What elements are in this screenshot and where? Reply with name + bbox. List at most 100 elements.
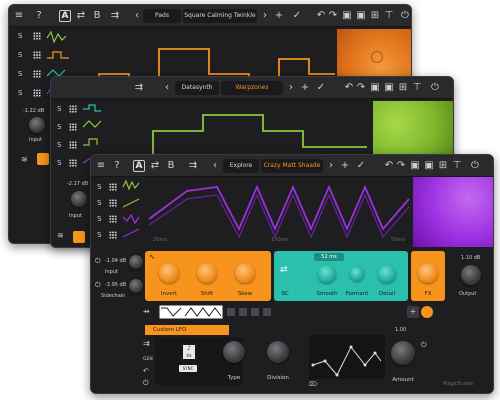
skew-knob[interactable] <box>235 263 255 283</box>
xy-pad-green[interactable] <box>373 101 453 157</box>
redo-icon[interactable]: ↷ <box>355 82 367 94</box>
division-knob[interactable] <box>267 341 289 363</box>
view3-icon[interactable]: ⊞ <box>397 82 409 94</box>
add-icon[interactable]: + <box>273 10 285 22</box>
lfo-orange-dot[interactable] <box>421 306 433 318</box>
save-icon[interactable]: ✓ <box>315 82 327 94</box>
input-knob[interactable] <box>71 191 87 207</box>
smooth-knob[interactable] <box>318 265 336 283</box>
output-knob[interactable] <box>461 265 481 285</box>
redo-icon[interactable]: ↷ <box>327 10 339 22</box>
ab-a-button[interactable]: A <box>133 160 145 172</box>
prev-preset-icon[interactable]: ‹ <box>209 160 221 172</box>
next-preset-icon[interactable]: › <box>325 160 337 172</box>
preset-name[interactable]: Crazy Matt Shaade <box>261 159 323 173</box>
lane-grid-icon[interactable] <box>109 231 117 239</box>
view3-icon[interactable]: ⊞ <box>369 10 381 22</box>
view-icon[interactable]: ▣ <box>409 160 421 172</box>
power-icon[interactable]: ⏻ <box>399 10 411 22</box>
save-icon[interactable]: ✓ <box>291 10 303 22</box>
lfo-power-icon[interactable]: ⏻ <box>143 379 149 388</box>
shift-knob[interactable] <box>197 263 217 283</box>
lane-s-4[interactable]: S <box>18 89 22 97</box>
undo-icon[interactable]: ↶ <box>383 160 395 172</box>
lane-s-4[interactable]: S <box>57 159 61 167</box>
next-preset-icon[interactable]: › <box>285 82 297 94</box>
editor-tool-icon[interactable]: ⌦ <box>309 381 317 388</box>
help-icon[interactable]: ? <box>111 160 123 172</box>
copy-ab-icon[interactable]: ⇄ <box>149 160 161 172</box>
save-icon[interactable]: ✓ <box>355 160 367 172</box>
input-knob[interactable] <box>129 255 143 269</box>
random-icon[interactable]: ⇉ <box>187 160 199 172</box>
lane-grid-icon[interactable] <box>33 89 41 97</box>
xy-pad-handle[interactable] <box>371 51 383 63</box>
sidechain-power-icon[interactable]: ⏻ <box>95 281 101 290</box>
lane-grid-icon[interactable] <box>109 215 117 223</box>
arrows-icon[interactable]: ⇄ <box>280 265 288 275</box>
copy-ab-icon[interactable]: ⇄ <box>75 10 87 22</box>
view2-icon[interactable]: ▣ <box>383 82 395 94</box>
lfo-shape-selector[interactable] <box>159 305 223 319</box>
slot-2[interactable] <box>239 308 247 316</box>
ab-b-button[interactable]: B <box>91 10 103 22</box>
preset-name[interactable]: Warpzones <box>221 81 283 95</box>
slot-1[interactable] <box>227 308 235 316</box>
slot-4[interactable] <box>263 308 271 316</box>
preset-name[interactable]: Square Calming Twinkle <box>183 9 257 23</box>
lane-s-1[interactable]: S <box>97 183 101 191</box>
random-icon[interactable]: ⇉ <box>109 10 121 22</box>
sidechain-knob[interactable] <box>129 279 143 293</box>
lfo-random-icon[interactable]: ⇉ <box>143 339 150 348</box>
lane-grid-icon[interactable] <box>69 123 77 131</box>
lane-grid-icon[interactable] <box>33 32 41 40</box>
lane-grid-icon[interactable] <box>69 159 77 167</box>
lane-grid-icon[interactable] <box>33 70 41 78</box>
preset-category[interactable]: Datasynth <box>175 81 219 95</box>
add-icon[interactable]: + <box>299 82 311 94</box>
mix-icon[interactable]: ≋ <box>57 231 64 240</box>
view2-icon[interactable]: ▣ <box>355 10 367 22</box>
lfo-undo-icon[interactable]: ↶ <box>143 367 149 375</box>
formant-knob[interactable] <box>350 267 364 281</box>
lane-grid-icon[interactable] <box>109 199 117 207</box>
preset-category[interactable]: Pads <box>143 9 181 23</box>
amount-power-icon[interactable]: ⏻ <box>421 341 427 350</box>
sync-button[interactable]: SYNC <box>179 365 197 372</box>
lane-grid-icon[interactable] <box>33 51 41 59</box>
tree-icon[interactable]: ⊤ <box>451 160 463 172</box>
prev-preset-icon[interactable]: ‹ <box>131 10 143 22</box>
next-preset-icon[interactable]: › <box>259 10 271 22</box>
mix-icon[interactable]: ≋ <box>21 155 31 165</box>
power-icon[interactable]: ⏻ <box>469 160 481 172</box>
input-power-icon[interactable]: ⏻ <box>95 257 101 266</box>
lane-s-3[interactable]: S <box>97 215 101 223</box>
hz-button[interactable]: ♪ Hz <box>183 345 195 359</box>
redo-icon[interactable]: ↷ <box>395 160 407 172</box>
xy-pad-purple[interactable] <box>413 177 493 247</box>
preset-category[interactable]: Explore <box>223 159 259 173</box>
lfo-mode-icon[interactable]: ⇸ <box>143 307 150 316</box>
view-icon[interactable]: ▣ <box>369 82 381 94</box>
fx-knob[interactable] <box>418 263 438 283</box>
detail-knob[interactable] <box>378 265 396 283</box>
lane-s-2[interactable]: S <box>57 123 61 131</box>
ab-a-button[interactable]: A <box>59 10 71 22</box>
lane-s-4[interactable]: S <box>97 231 101 239</box>
power-icon[interactable]: ⏻ <box>429 82 441 94</box>
random-icon[interactable]: ⇉ <box>133 82 145 94</box>
orange-mode-icon[interactable] <box>37 153 49 165</box>
lfo-shape-editor[interactable] <box>309 335 385 379</box>
invert-knob[interactable] <box>159 263 179 283</box>
menu-icon[interactable]: ≡ <box>13 10 25 22</box>
lane-s-3[interactable]: S <box>18 70 22 78</box>
prev-preset-icon[interactable]: ‹ <box>161 82 173 94</box>
tree-icon[interactable]: ⊤ <box>383 10 395 22</box>
orange-mode-icon[interactable] <box>73 231 85 243</box>
add-icon[interactable]: + <box>339 160 351 172</box>
lane-s-3[interactable]: S <box>57 141 61 149</box>
view-icon[interactable]: ▣ <box>341 10 353 22</box>
menu-icon[interactable]: ≡ <box>95 160 107 172</box>
add-lfo-button[interactable]: + <box>407 306 419 318</box>
view3-icon[interactable]: ⊞ <box>437 160 449 172</box>
